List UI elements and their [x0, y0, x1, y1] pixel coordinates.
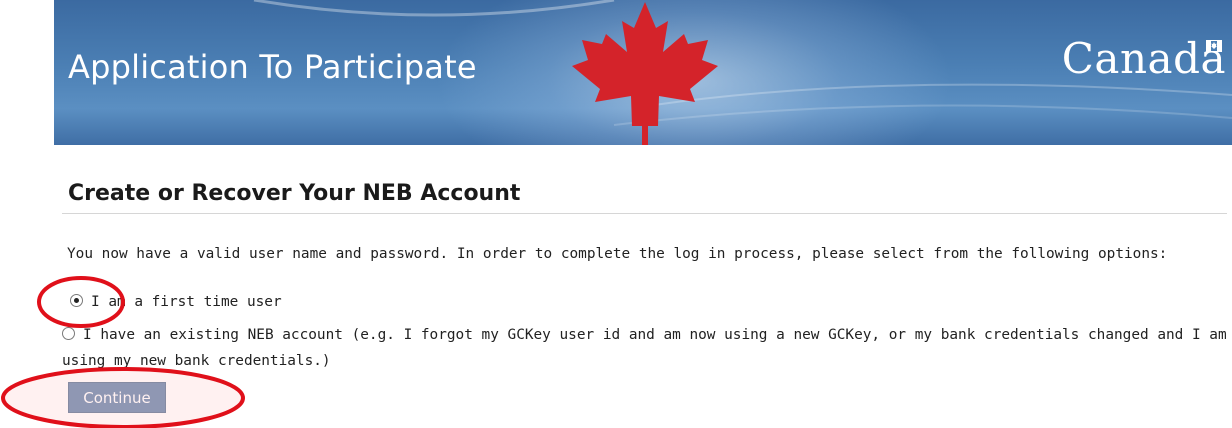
continue-button[interactable]: Continue — [68, 382, 166, 413]
radio-first-time-user[interactable] — [70, 294, 83, 307]
radio-existing-account[interactable] — [62, 327, 75, 340]
instructions-text: You now have a valid user name and passw… — [67, 246, 1168, 262]
option-existing-account[interactable]: I have an existing NEB account (e.g. I f… — [62, 322, 1232, 374]
heading-divider — [62, 213, 1227, 214]
maple-leaf-icon — [572, 2, 718, 145]
option-label: I have an existing NEB account (e.g. I f… — [62, 327, 1227, 369]
page-margin — [0, 0, 54, 428]
canada-wordmark: Canada — [1061, 34, 1226, 83]
header-banner: Application To Participate Canada — [54, 0, 1232, 145]
wordmark-flag-icon — [1206, 40, 1222, 52]
banner-title: Application To Participate — [68, 48, 477, 86]
option-first-time-user[interactable]: I am a first time user — [70, 294, 282, 310]
page-title: Create or Recover Your NEB Account — [68, 181, 521, 206]
option-label: I am a first time user — [91, 294, 282, 310]
